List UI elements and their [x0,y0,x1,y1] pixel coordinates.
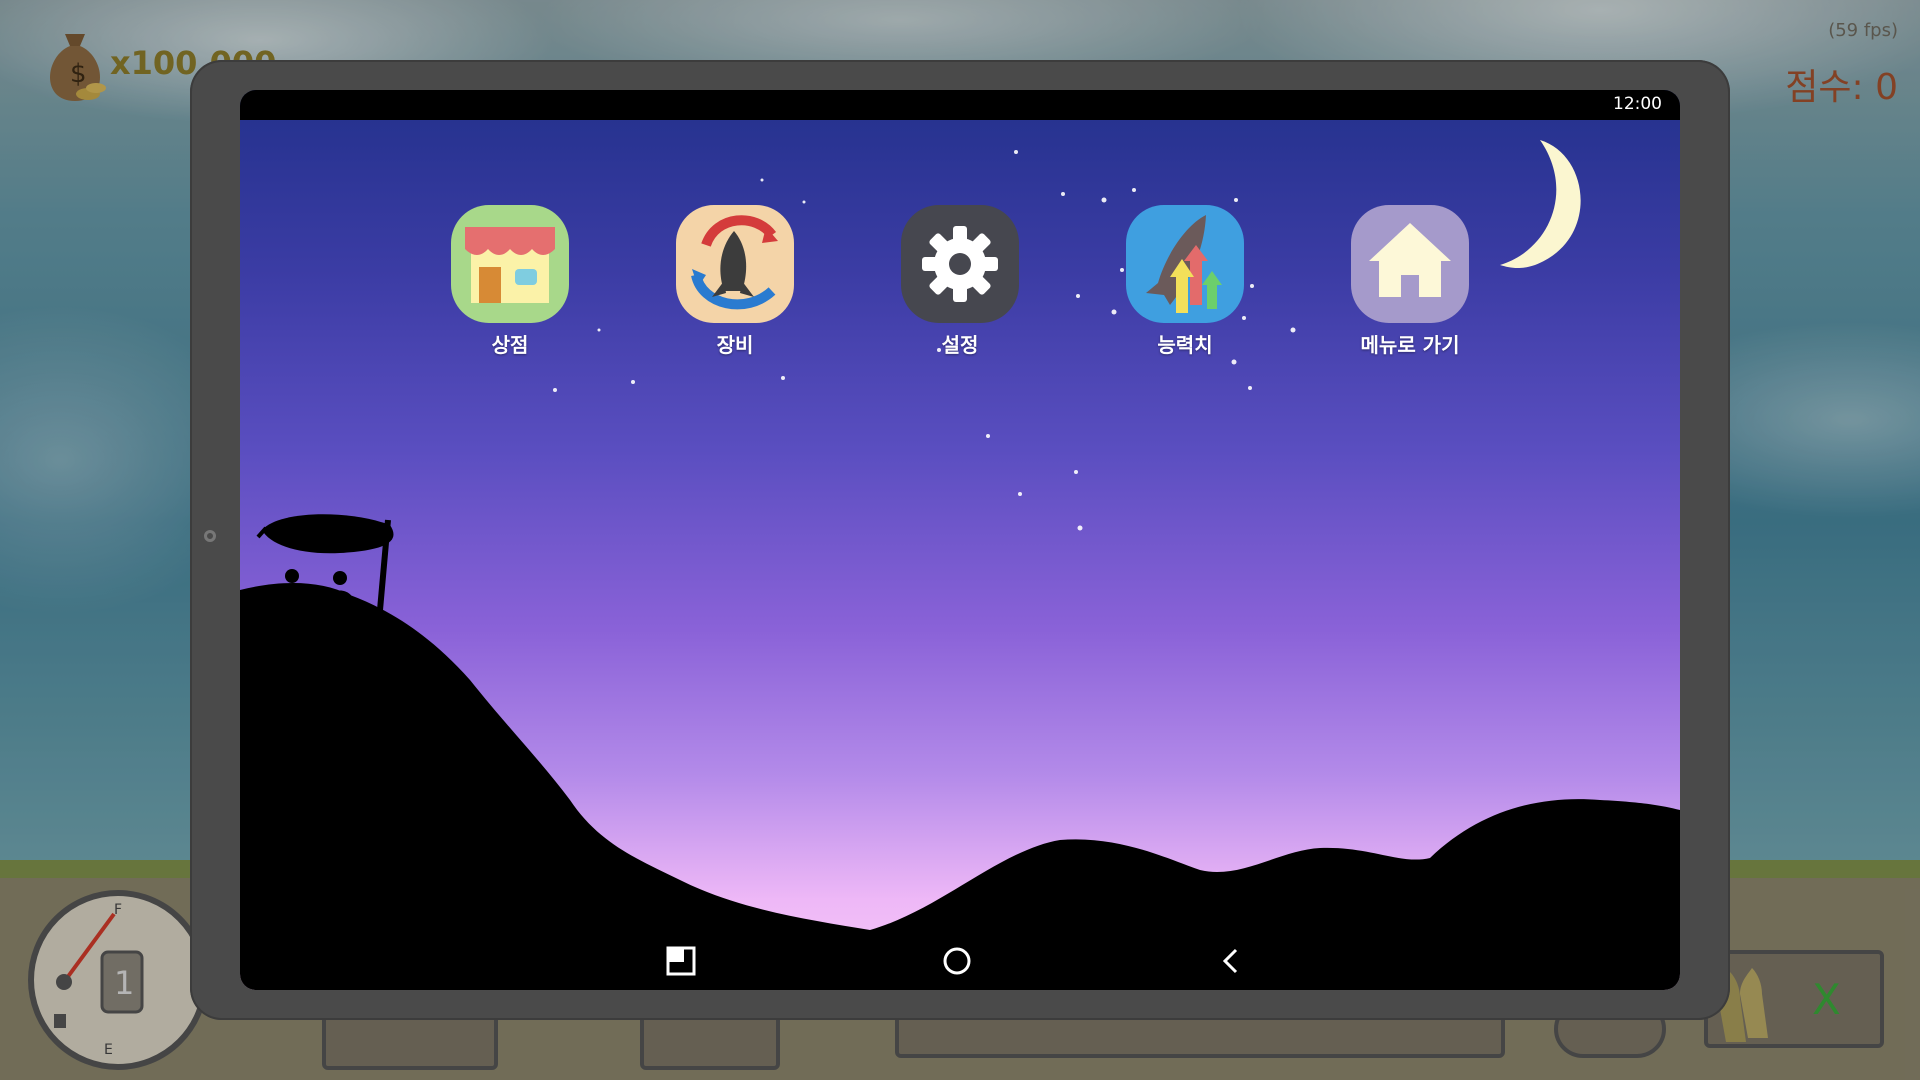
back-icon[interactable] [1214,944,1248,978]
app-settings[interactable]: 설정 [890,205,1030,358]
app-equipment-label: 장비 [716,333,754,357]
rocket-equipment-icon[interactable] [676,205,794,323]
tablet-camera-icon [204,530,216,542]
app-equipment[interactable]: 장비 [665,205,805,358]
app-shop[interactable]: 상점 [440,205,580,358]
app-go-to-menu-label: 메뉴로 가기 [1360,333,1460,357]
app-go-to-menu[interactable]: 메뉴로 가기 [1340,205,1480,358]
app-stats-label: 능력치 [1157,333,1213,357]
tablet-device: 12:00 상점 장비 설정 능력치 메뉴로 가기 [190,60,1730,1020]
app-settings-label: 설정 [941,333,979,357]
home-circle-icon[interactable] [940,944,974,978]
navigation-bar [240,930,1680,990]
gear-icon[interactable] [901,205,1019,323]
app-stats[interactable]: 능력치 [1115,205,1255,358]
tablet-screen: 12:00 상점 장비 설정 능력치 메뉴로 가기 [240,90,1680,990]
app-shop-label: 상점 [491,333,529,357]
home-icon[interactable] [1351,205,1469,323]
shop-icon[interactable] [451,205,569,323]
stats-upgrade-icon[interactable] [1126,205,1244,323]
recents-icon[interactable] [664,944,698,978]
